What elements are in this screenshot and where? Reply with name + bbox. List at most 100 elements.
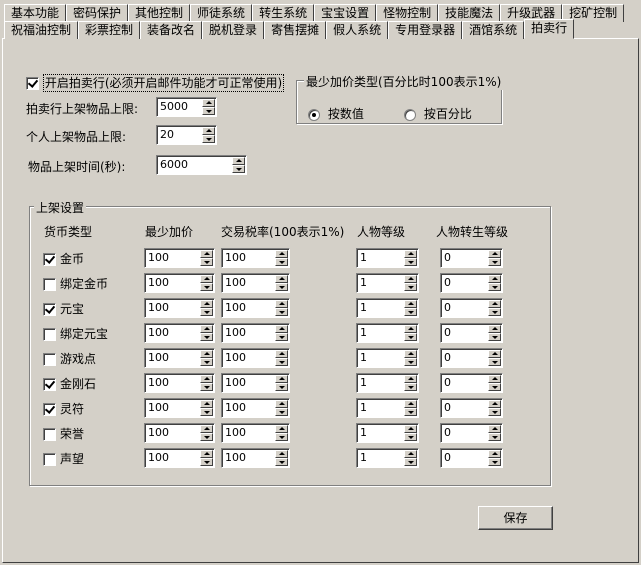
- tab-tabs_row2-3[interactable]: 脱机登录: [202, 21, 265, 39]
- min-increase-spinner[interactable]: 100: [144, 348, 215, 368]
- spin-down-icon[interactable]: [488, 283, 501, 291]
- level-spinner[interactable]: 1: [356, 298, 419, 318]
- spin-down-icon[interactable]: [488, 333, 501, 341]
- spin-up-icon[interactable]: [404, 300, 417, 308]
- spin-up-icon[interactable]: [200, 350, 213, 358]
- spin-down-icon[interactable]: [200, 258, 213, 266]
- spin-down-icon[interactable]: [200, 283, 213, 291]
- currency-checkbox-0[interactable]: 金币: [43, 250, 84, 267]
- spin-up-icon[interactable]: [404, 425, 417, 433]
- min-increase-spinner[interactable]: 100: [144, 398, 215, 418]
- tax-spinner[interactable]: 100: [221, 398, 290, 418]
- spin-down-icon[interactable]: [275, 458, 288, 466]
- tab-tabs_row2-4[interactable]: 寄售摆摊: [264, 21, 327, 39]
- spin-up-icon[interactable]: [275, 300, 288, 308]
- tax-spinner[interactable]: 100: [221, 248, 290, 268]
- spin-up-icon[interactable]: [200, 250, 213, 258]
- currency-checkbox-7[interactable]: 荣誉: [43, 425, 84, 442]
- spin-up-icon[interactable]: [200, 400, 213, 408]
- rebirth-spinner[interactable]: 0: [440, 423, 503, 443]
- rebirth-spinner[interactable]: 0: [440, 348, 503, 368]
- spin-down-icon[interactable]: [200, 333, 213, 341]
- currency-checkbox-1[interactable]: 绑定金币: [43, 275, 108, 292]
- rebirth-spinner[interactable]: 0: [440, 398, 503, 418]
- spin-up-icon[interactable]: [488, 450, 501, 458]
- spin-up-icon[interactable]: [404, 250, 417, 258]
- currency-checkbox-5[interactable]: 金刚石: [43, 375, 96, 392]
- spin-down-icon[interactable]: [404, 358, 417, 366]
- spin-down-icon[interactable]: [202, 135, 215, 143]
- spin-down-icon[interactable]: [232, 165, 245, 173]
- spin-up-icon[interactable]: [488, 350, 501, 358]
- enable-auction-checkbox[interactable]: 开启拍卖行(必须开启邮件功能才可正常使用): [26, 74, 285, 92]
- spin-up-icon[interactable]: [200, 450, 213, 458]
- rebirth-spinner[interactable]: 0: [440, 273, 503, 293]
- currency-checkbox-8[interactable]: 声望: [43, 450, 84, 467]
- tab-tabs_row1-4[interactable]: 转生系统: [252, 4, 315, 22]
- spin-up-icon[interactable]: [404, 400, 417, 408]
- rebirth-spinner[interactable]: 0: [440, 298, 503, 318]
- currency-checkbox-4[interactable]: 游戏点: [43, 350, 96, 367]
- spin-down-icon[interactable]: [275, 308, 288, 316]
- currency-checkbox-6[interactable]: 灵符: [43, 400, 84, 417]
- spin-up-icon[interactable]: [275, 450, 288, 458]
- tax-spinner[interactable]: 100: [221, 448, 290, 468]
- spin-up-icon[interactable]: [275, 400, 288, 408]
- spin-up-icon[interactable]: [200, 375, 213, 383]
- tab-tabs_row1-7[interactable]: 技能魔法: [438, 4, 501, 22]
- spin-up-icon[interactable]: [488, 325, 501, 333]
- spin-down-icon[interactable]: [488, 383, 501, 391]
- spin-up-icon[interactable]: [200, 300, 213, 308]
- spin-up-icon[interactable]: [404, 450, 417, 458]
- personal-limit-spinner[interactable]: 20: [156, 125, 217, 145]
- spin-up-icon[interactable]: [232, 157, 245, 165]
- level-spinner[interactable]: 1: [356, 348, 419, 368]
- tax-spinner[interactable]: 100: [221, 273, 290, 293]
- tab-tabs_row2-8[interactable]: 拍卖行: [524, 19, 575, 39]
- tab-tabs_row2-1[interactable]: 彩票控制: [78, 21, 141, 39]
- spin-up-icon[interactable]: [200, 425, 213, 433]
- radio-by-percent[interactable]: 按百分比: [404, 105, 472, 122]
- spin-down-icon[interactable]: [275, 358, 288, 366]
- spin-up-icon[interactable]: [404, 325, 417, 333]
- spin-down-icon[interactable]: [200, 308, 213, 316]
- tax-spinner[interactable]: 100: [221, 423, 290, 443]
- tab-tabs_row1-1[interactable]: 密码保护: [66, 4, 129, 22]
- min-increase-spinner[interactable]: 100: [144, 298, 215, 318]
- rebirth-spinner[interactable]: 0: [440, 248, 503, 268]
- currency-checkbox-3[interactable]: 绑定元宝: [43, 325, 108, 342]
- spin-up-icon[interactable]: [202, 99, 215, 107]
- level-spinner[interactable]: 1: [356, 373, 419, 393]
- spin-up-icon[interactable]: [275, 425, 288, 433]
- spin-down-icon[interactable]: [488, 308, 501, 316]
- spin-up-icon[interactable]: [275, 375, 288, 383]
- level-spinner[interactable]: 1: [356, 448, 419, 468]
- spin-down-icon[interactable]: [275, 258, 288, 266]
- min-increase-spinner[interactable]: 100: [144, 373, 215, 393]
- min-increase-spinner[interactable]: 100: [144, 423, 215, 443]
- tab-tabs_row1-3[interactable]: 师徒系统: [190, 4, 253, 22]
- spin-up-icon[interactable]: [200, 275, 213, 283]
- spin-up-icon[interactable]: [488, 425, 501, 433]
- level-spinner[interactable]: 1: [356, 248, 419, 268]
- spin-down-icon[interactable]: [404, 333, 417, 341]
- spin-down-icon[interactable]: [488, 458, 501, 466]
- spin-up-icon[interactable]: [404, 275, 417, 283]
- tax-spinner[interactable]: 100: [221, 298, 290, 318]
- tax-spinner[interactable]: 100: [221, 323, 290, 343]
- spin-down-icon[interactable]: [200, 458, 213, 466]
- spin-down-icon[interactable]: [275, 408, 288, 416]
- level-spinner[interactable]: 1: [356, 423, 419, 443]
- tab-tabs_row2-5[interactable]: 假人系统: [326, 21, 389, 39]
- spin-down-icon[interactable]: [275, 283, 288, 291]
- spin-down-icon[interactable]: [404, 433, 417, 441]
- spin-up-icon[interactable]: [488, 275, 501, 283]
- spin-down-icon[interactable]: [488, 433, 501, 441]
- spin-down-icon[interactable]: [404, 408, 417, 416]
- min-increase-spinner[interactable]: 100: [144, 323, 215, 343]
- tab-tabs_row1-2[interactable]: 其他控制: [128, 4, 191, 22]
- spin-down-icon[interactable]: [488, 258, 501, 266]
- spin-down-icon[interactable]: [404, 258, 417, 266]
- market-limit-spinner[interactable]: 5000: [156, 97, 217, 117]
- listing-time-spinner[interactable]: 6000: [156, 155, 247, 175]
